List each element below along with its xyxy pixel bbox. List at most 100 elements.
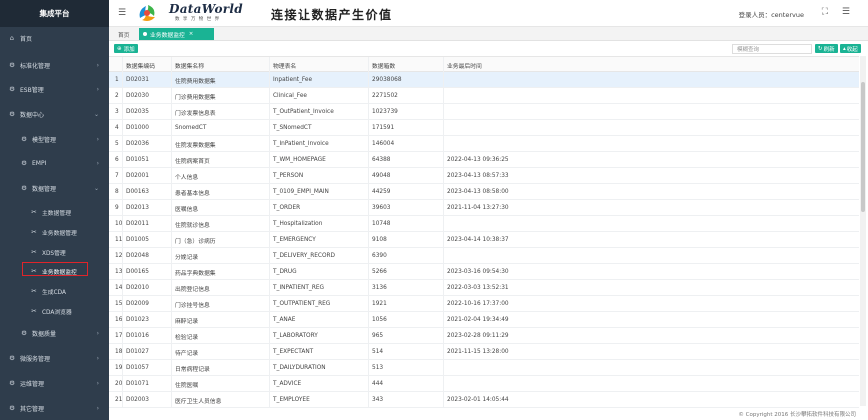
- cell-table: T_INPATIENT_REG: [270, 280, 369, 296]
- cell-index: 10: [109, 216, 123, 232]
- table-row[interactable]: 5 D02036 住院发票数据集 T_InPatient_Invoice 146004: [109, 136, 859, 152]
- cell-count: 10748: [369, 216, 444, 232]
- table-row[interactable]: 13 D00165 药品字典数据集 T_DRUG 5266 2023-03-16 09:5…: [109, 264, 859, 280]
- cell-index: 5: [109, 136, 123, 152]
- column-header-table[interactable]: 物理表名: [270, 57, 369, 73]
- sidebar-item-cda-browser[interactable]: ✂ CDA浏览器: [0, 300, 109, 322]
- cell-last-time: 2023-04-13 08:58:00: [447, 189, 509, 195]
- sidebar: 集成平台 ⌂ 首页 ⚙ 标准化管理 › ⚙ ESB管理 › ⚙ 数据中心 ⌄ ⚙…: [0, 0, 109, 420]
- cell-last-time: 2022-03-03 13:52:31: [447, 285, 509, 291]
- table-row[interactable]: 20 D01071 住院医嘱 T_ADVICE 444: [109, 376, 859, 392]
- table-row[interactable]: 10 D02011 住院就诊信息 T_Hospitalization 10748: [109, 216, 859, 232]
- sidebar-item-data-center[interactable]: ⚙ 数据中心 ⌄: [0, 103, 109, 125]
- cell-code: D01057: [123, 360, 172, 376]
- column-header-name[interactable]: 数据集名称: [172, 57, 270, 73]
- cell-index: 6: [109, 152, 123, 168]
- cell-name: 门（急）诊病历: [172, 232, 270, 248]
- sidebar-item-master-data[interactable]: ✂ 主数据管理: [0, 201, 109, 223]
- table-row[interactable]: 9 D02013 医嘱信息 T_ORDER 39603 2021-11-04 13:27:…: [109, 200, 859, 216]
- sidebar-item-label: CDA浏览器: [42, 309, 72, 316]
- cell-code: D01000: [123, 120, 172, 136]
- cell-code: D01016: [123, 328, 172, 344]
- table-row[interactable]: 14 D02010 出院登记信息 T_INPATIENT_REG 3136 2022-03…: [109, 280, 859, 296]
- fullscreen-icon[interactable]: ⛶: [822, 7, 828, 17]
- sidebar-item-label: 其它管理: [20, 405, 45, 413]
- sidebar-item-home[interactable]: ⌂ 首页: [0, 27, 109, 49]
- table-scrollbar[interactable]: [860, 56, 866, 406]
- menu-icon[interactable]: ☰: [842, 7, 850, 17]
- table-row[interactable]: 18 D01027 待产记录 T_EXPECTANT 514 2021-11-15 13:…: [109, 344, 859, 360]
- cell-table: T_EXPECTANT: [270, 344, 369, 360]
- table-row[interactable]: 17 D01016 检验记录 T_LABORATORY 965 2023-02-28 09…: [109, 328, 859, 344]
- table-row[interactable]: 16 D01023 麻醉记录 T_ANAE 1056 2021-02-04 19:34:4…: [109, 312, 859, 328]
- menu-toggle-icon[interactable]: ☰: [118, 8, 126, 18]
- cell-index: 18: [109, 344, 123, 360]
- table-row[interactable]: 11 D01005 门（急）诊病历 T_EMERGENCY 9108 2023-04-14…: [109, 232, 859, 248]
- add-button[interactable]: ⊕ 添加: [114, 44, 138, 53]
- gear-icon: ⚙: [21, 135, 27, 143]
- sidebar-item-generate-cda[interactable]: ✂ 生成CDA: [0, 280, 109, 302]
- column-header-last-time[interactable]: 业务最后时间: [444, 57, 859, 73]
- cell-count: 965: [369, 328, 444, 344]
- chevron-down-icon: ⌄: [93, 110, 99, 118]
- chevron-right-icon: ›: [96, 379, 99, 387]
- table-row[interactable]: 21 D02003 医疗卫生人员信息 T_EMPLOYEE 343 2023-02-01 …: [109, 392, 859, 408]
- sidebar-item-label: 数据质量: [32, 330, 57, 338]
- sidebar-item-esb[interactable]: ⚙ ESB管理 ›: [0, 78, 109, 100]
- sidebar-item-data-quality[interactable]: ⚙ 数据质量 ›: [0, 322, 109, 344]
- cell-index: 14: [109, 280, 123, 296]
- table-row[interactable]: 8 D00163 患者基本信息 T_0109_EMPI_MAIN 44259 2023-0…: [109, 184, 859, 200]
- sidebar-item-ops[interactable]: ⚙ 运维管理 ›: [0, 372, 109, 394]
- search-input[interactable]: 模糊查询: [732, 44, 812, 54]
- sidebar-item-business-data[interactable]: ✂ 业务数据管理: [0, 221, 109, 243]
- sidebar-item-model[interactable]: ⚙ 模型管理 ›: [0, 128, 109, 150]
- cell-name: 出院登记信息: [172, 280, 270, 296]
- cell-table: T_InPatient_Invoice: [270, 136, 369, 152]
- cell-count: 343: [369, 392, 444, 408]
- logo-title: DataWorld: [169, 2, 243, 16]
- table-row[interactable]: 19 D01057 日常病程记录 T_DAILYDURATION 513: [109, 360, 859, 376]
- column-header-count[interactable]: 数据箱数: [369, 57, 444, 73]
- table-row[interactable]: 15 D02009 门诊挂号信息 T_OUTPATIENT_REG 1921 2022-1…: [109, 296, 859, 312]
- cell-count: 146004: [369, 136, 444, 152]
- cell-last-time: 2023-02-01 14:05:44: [447, 397, 509, 403]
- chevron-right-icon: ›: [96, 159, 99, 167]
- refresh-button[interactable]: ↻ 刷新: [815, 44, 838, 53]
- table-row[interactable]: 4 D01000 SnomedCT T_SNomedCT 171591: [109, 120, 859, 136]
- gear-icon: ⚙: [21, 329, 27, 337]
- sidebar-item-microservice[interactable]: ⚙ 微服务管理 ›: [0, 347, 109, 369]
- cell-table: Inpatient_Fee: [270, 72, 369, 88]
- column-header-index: [109, 57, 123, 73]
- cell-table: T_EMERGENCY: [270, 232, 369, 248]
- table-row[interactable]: 12 D02048 分娩记录 T_DELIVERY_RECORD 6390: [109, 248, 859, 264]
- gear-icon: ⚙: [9, 379, 15, 387]
- footer-copyright: © Copyright 2016 长沙攀拓软件科技有限公司: [738, 412, 856, 418]
- cell-count: 64388: [369, 152, 444, 168]
- add-button-label: 添加: [123, 46, 135, 53]
- gear-icon: ⚙: [9, 110, 15, 118]
- sidebar-item-standardization[interactable]: ⚙ 标准化管理 ›: [0, 54, 109, 76]
- page-tabs: 首页 业务数据监控 ×: [109, 27, 868, 41]
- cell-count: 9108: [369, 232, 444, 248]
- table-row[interactable]: 1 D02031 住院费用数据集 Inpatient_Fee 29038068: [109, 72, 859, 88]
- sidebar-item-data-management[interactable]: ⚙ 数据管理 ⌄: [0, 177, 109, 199]
- tab-business-monitor[interactable]: 业务数据监控 ×: [139, 28, 214, 40]
- table-row[interactable]: 2 D02030 门诊费用数据集 Clinical_Fee 2271502: [109, 88, 859, 104]
- column-header-code[interactable]: 数据集编码: [123, 57, 172, 73]
- collapse-button[interactable]: ▴ 收起: [840, 44, 861, 53]
- close-icon[interactable]: ×: [189, 31, 194, 37]
- sidebar-item-empi[interactable]: ⚙ EMPI ›: [0, 152, 109, 174]
- cell-index: 16: [109, 312, 123, 328]
- sidebar-item-other[interactable]: ⚙ 其它管理 ›: [0, 397, 109, 419]
- table-row[interactable]: 3 D02035 门诊发票信息表 T_OutPatient_Invoice 102373…: [109, 104, 859, 120]
- tab-home[interactable]: 首页: [118, 30, 130, 39]
- home-icon: ⌂: [9, 34, 15, 42]
- table-row[interactable]: 6 D01051 住院病案首页 T_WM_HOMEPAGE 64388 2022-04-1…: [109, 152, 859, 168]
- cell-count: 514: [369, 344, 444, 360]
- chevron-right-icon: ›: [96, 85, 99, 93]
- cell-name: 分娩记录: [172, 248, 270, 264]
- cell-code: D01005: [123, 232, 172, 248]
- table-row[interactable]: 7 D02001 个人信息 T_PERSON 49048 2023-04-13 08:57…: [109, 168, 859, 184]
- cell-code: D02009: [123, 296, 172, 312]
- scrollbar-thumb[interactable]: [861, 82, 865, 212]
